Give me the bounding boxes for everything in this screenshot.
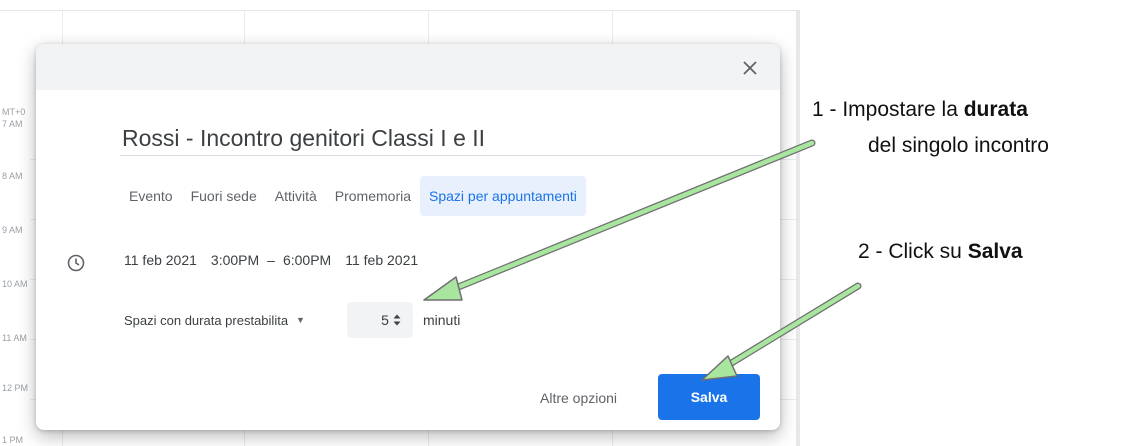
time-label: 11 AM (2, 333, 27, 343)
slot-type-select[interactable]: Spazi con durata prestabilita ▼ (120, 313, 309, 328)
clock-icon (67, 254, 85, 272)
time-label: 10 AM (2, 279, 28, 289)
caret-down-icon: ▼ (296, 315, 305, 325)
close-icon (743, 61, 757, 75)
annotation-step-1-bold: durata (963, 98, 1028, 121)
time-separator: – (267, 252, 275, 268)
stepper-arrows-icon (393, 314, 401, 326)
start-time[interactable]: 3:00PM (207, 252, 263, 268)
annotation-step-2: 2 - Click su Salva (858, 240, 1023, 264)
calendar-scrollbar-edge (796, 11, 800, 446)
annotation-step-1-line2: del singolo incontro (868, 134, 1049, 157)
time-label: 8 AM (2, 171, 23, 181)
dialog-header (36, 44, 780, 90)
save-button[interactable]: Salva (658, 374, 760, 420)
slot-duration-row: Spazi con durata prestabilita ▼ 5 minuti (120, 302, 460, 338)
time-label: 1 PM (2, 435, 24, 445)
event-dialog: Evento Fuori sede Attività Promemoria Sp… (36, 44, 780, 430)
time-label: 7 AM (2, 119, 23, 129)
timezone-label: MT+0 (2, 107, 26, 117)
event-title-input[interactable] (120, 122, 764, 156)
tab-attivita[interactable]: Attività (266, 176, 326, 216)
end-time[interactable]: 6:00PM (279, 252, 335, 268)
annotation-step-2-bold: Salva (967, 240, 1023, 263)
annotation-step-1-prefix: 1 - Impostare la (812, 98, 964, 121)
slot-type-label: Spazi con durata prestabilita (124, 312, 289, 328)
close-button[interactable] (736, 54, 764, 82)
duration-stepper[interactable]: 5 (346, 302, 413, 338)
duration-value: 5 (381, 312, 389, 328)
tab-fuori-sede[interactable]: Fuori sede (182, 176, 266, 216)
tab-spazi-per-appuntamenti[interactable]: Spazi per appuntamenti (420, 176, 586, 216)
tab-promemoria[interactable]: Promemoria (326, 176, 420, 216)
time-label: 9 AM (2, 225, 23, 235)
annotation-step-2-prefix: 2 - Click su (858, 240, 968, 263)
time-label: 12 PM (2, 383, 29, 393)
duration-unit-label: minuti (422, 312, 461, 328)
tab-evento[interactable]: Evento (120, 176, 182, 216)
more-options-button[interactable]: Altre opzioni (532, 380, 625, 416)
start-date[interactable]: 11 feb 2021 (120, 252, 201, 268)
event-type-tabs: Evento Fuori sede Attività Promemoria Sp… (120, 176, 586, 216)
date-time-row: 11 feb 2021 3:00PM – 6:00PM 11 feb 2021 (120, 252, 422, 268)
annotation-step-1: 1 - Impostare la durata (812, 98, 1028, 122)
end-date[interactable]: 11 feb 2021 (341, 252, 422, 268)
